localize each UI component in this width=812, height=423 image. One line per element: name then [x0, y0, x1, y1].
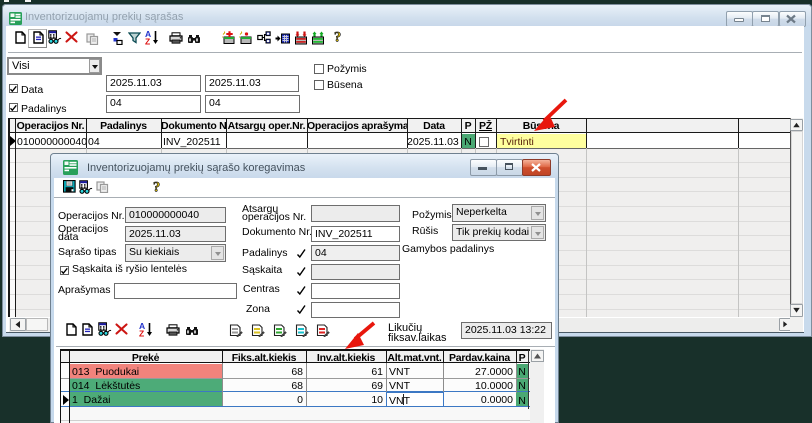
svg-text:?: ? [334, 30, 341, 44]
svg-text:Z: Z [139, 329, 144, 338]
svg-text:?: ? [153, 180, 160, 194]
svg-text:Z: Z [145, 37, 150, 46]
